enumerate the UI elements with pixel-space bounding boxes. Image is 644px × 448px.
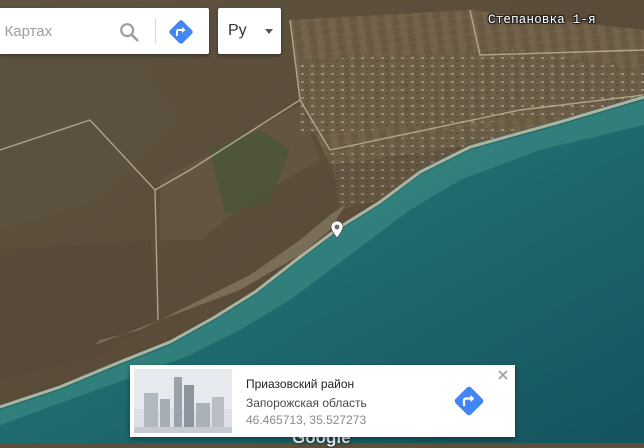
language-select[interactable]: Ру (218, 8, 281, 54)
street-view-thumbnail[interactable] (134, 369, 232, 433)
card-title: Приазовский район (246, 377, 355, 391)
info-card: Приазовский район Запорожская область 46… (130, 365, 515, 437)
directions-icon[interactable] (168, 19, 194, 45)
search-divider (155, 18, 156, 44)
card-subtitle: Запорожская область (246, 396, 367, 410)
search-box (0, 8, 209, 54)
place-marker-icon[interactable] (329, 220, 345, 239)
search-input[interactable] (0, 8, 110, 54)
search-icon[interactable] (118, 21, 140, 43)
place-label-stepanovka[interactable]: Степановка 1-я (488, 13, 596, 27)
close-icon[interactable] (496, 368, 510, 382)
card-coordinates[interactable]: 46.465713, 35.527273 (246, 413, 366, 427)
caret-down-icon (265, 29, 273, 34)
directions-icon[interactable] (453, 385, 485, 417)
language-value: Ру (228, 22, 247, 39)
